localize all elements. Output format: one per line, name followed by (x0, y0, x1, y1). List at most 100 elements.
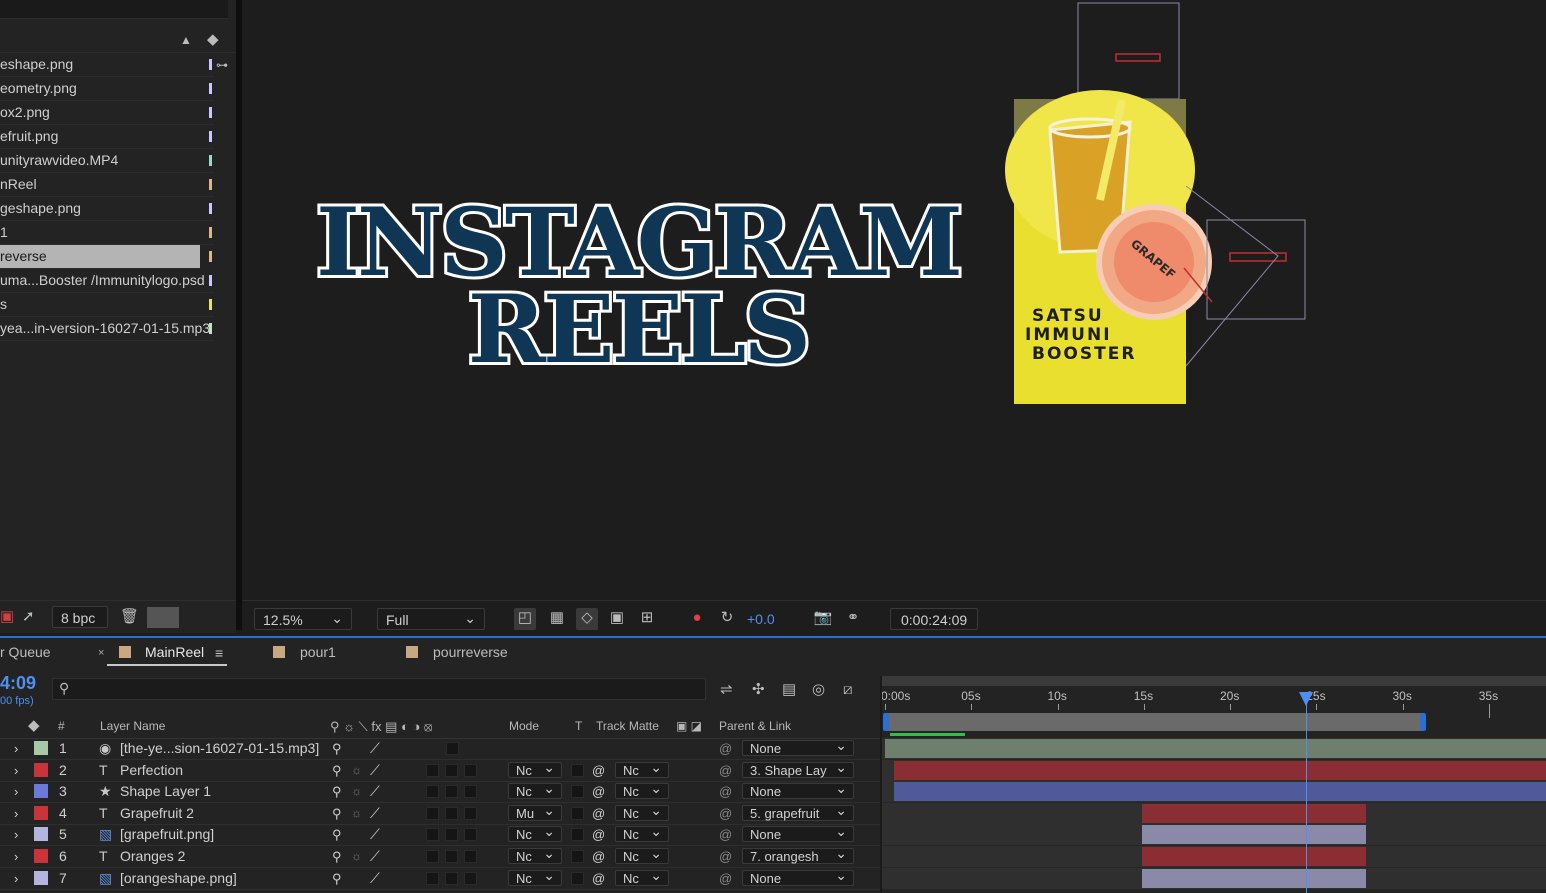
shy-switch-icon[interactable]: ⚲ (332, 868, 342, 889)
layer-duration-bar[interactable] (893, 760, 1546, 780)
tab-render-queue[interactable]: r Queue (0, 644, 51, 660)
layer-label-color[interactable] (34, 762, 48, 777)
parent-pickwhip-icon[interactable]: @ (719, 760, 732, 781)
track-matte-dropdown[interactable]: Nc (615, 845, 669, 864)
layer-search-input[interactable]: ⚲ (52, 678, 706, 700)
project-item[interactable]: eometry.png (0, 77, 214, 101)
project-item[interactable]: yea...in-version-16027-01-15.mp3 (0, 317, 214, 341)
exposure-value[interactable]: +0.0 (747, 611, 775, 627)
layer-track[interactable] (882, 759, 1546, 782)
matte-pickwhip-icon[interactable]: @ (592, 760, 605, 781)
parent-dropdown[interactable]: 3. Shape Lay (742, 759, 854, 778)
quality-switch-icon[interactable]: ⟋ (370, 760, 380, 781)
text-bounding-box[interactable] (1115, 53, 1161, 62)
switch-box[interactable] (426, 806, 439, 820)
collapse-switch-icon[interactable]: ☼ (351, 803, 362, 824)
switch-box[interactable] (464, 763, 477, 777)
preserve-transparency-box[interactable] (571, 806, 584, 820)
parent-pickwhip-icon[interactable]: @ (719, 738, 732, 759)
graph-editor-icon[interactable]: ⧄ (843, 680, 853, 700)
mode-dropdown[interactable]: Nc (508, 845, 562, 864)
grid-guides-icon[interactable]: ⊞ (636, 608, 658, 628)
layer-duration-bar[interactable] (1142, 803, 1367, 823)
project-item[interactable]: reverse (0, 245, 200, 269)
current-time[interactable]: 4:09 (0, 673, 36, 694)
switch-box[interactable] (445, 763, 458, 777)
collapse-switch-icon[interactable]: ☼ (351, 781, 362, 802)
mode-dropdown[interactable]: Nc (508, 867, 562, 886)
parent-pickwhip-icon[interactable]: @ (719, 824, 732, 845)
layer-name[interactable]: Grapefruit 2 (120, 803, 194, 824)
close-tab-icon[interactable]: × (98, 647, 104, 659)
comp-mini-flowchart-icon[interactable]: ⇌ (720, 680, 733, 700)
layer-label-color[interactable] (34, 827, 48, 842)
matte-pickwhip-icon[interactable]: @ (592, 803, 605, 824)
layer-track[interactable] (882, 781, 1546, 804)
switch-box[interactable] (445, 785, 458, 799)
work-area-end-handle[interactable] (1420, 713, 1426, 731)
show-snapshot-icon[interactable]: ⚭ (842, 608, 864, 628)
switch-box[interactable] (445, 806, 458, 820)
layer-row[interactable]: › 1 ◉ [the-ye...sion-16027-01-15.mp3] ⚲ ⟋ @ Non… (0, 737, 880, 760)
snapshot-camera-icon[interactable]: 📷 (812, 608, 834, 628)
mode-dropdown[interactable]: Mu (508, 802, 562, 821)
layer-name[interactable]: [orangeshape.png] (120, 868, 237, 889)
switch-box[interactable] (464, 785, 477, 799)
trash-icon[interactable]: 🗑 (120, 607, 139, 627)
expand-chevron-icon[interactable]: › (14, 868, 18, 889)
layer-row[interactable]: › 6 T Oranges 2 ⚲ ☼ ⟋ Nc @ Nc @7. orangesh (0, 845, 880, 868)
reset-exposure-icon[interactable]: ↻ (716, 608, 738, 628)
expand-chevron-icon[interactable]: › (14, 824, 18, 845)
draft-3d-icon[interactable]: ✣ (752, 680, 765, 700)
preserve-transparency-box[interactable] (571, 785, 584, 799)
layer-bounding-box[interactable] (1077, 2, 1180, 100)
quality-switch-icon[interactable]: ⟋ (370, 868, 380, 889)
tab-mainreel[interactable]: MainReel (145, 644, 204, 660)
layer-name[interactable]: Oranges 2 (120, 846, 185, 867)
quality-switch-icon[interactable]: ⟋ (370, 738, 380, 759)
preserve-transparency-box[interactable] (571, 763, 584, 777)
bit-depth-button[interactable]: 8 bpc (52, 606, 108, 628)
layer-name[interactable]: Shape Layer 1 (120, 781, 211, 802)
parent-dropdown[interactable]: None (742, 823, 854, 843)
layer-label-color[interactable] (34, 849, 48, 863)
switch-box[interactable] (426, 763, 439, 777)
layer-row[interactable]: › 4 T Grapefruit 2 ⚲ ☼ ⟋ Mu @ Nc @5. grapefruit (0, 802, 880, 825)
quality-switch-icon[interactable]: ⟋ (370, 781, 380, 802)
parent-dropdown[interactable]: 5. grapefruit (742, 802, 854, 821)
quality-switch-icon[interactable]: ⟋ (370, 824, 380, 845)
track-matte-dropdown[interactable]: Nc (615, 823, 669, 843)
time-ruler[interactable] (882, 686, 1546, 714)
layer-name[interactable]: [grapefruit.png] (120, 824, 214, 845)
matte-pickwhip-icon[interactable]: @ (592, 868, 605, 889)
channels-icon[interactable]: ● (686, 608, 708, 628)
switch-box[interactable] (426, 850, 439, 863)
layer-duration-bar[interactable] (1142, 847, 1367, 866)
project-item[interactable]: nReel (0, 173, 214, 197)
track-matte-dropdown[interactable]: Nc (615, 759, 669, 778)
layer-label-color[interactable] (34, 805, 48, 820)
layer-label-color[interactable] (34, 870, 48, 885)
switch-box[interactable] (464, 828, 477, 842)
project-item[interactable]: efruit.png (0, 125, 214, 149)
work-area-start-handle[interactable] (883, 713, 889, 731)
layer-name[interactable]: Perfection (120, 760, 183, 781)
switch-box[interactable] (464, 871, 477, 885)
parent-dropdown[interactable]: 7. orangesh (742, 845, 854, 864)
quality-switch-icon[interactable]: ⟋ (370, 803, 380, 824)
panel-menu-icon[interactable]: ≡ (215, 645, 223, 661)
layer-duration-bar[interactable] (1142, 825, 1367, 845)
shy-switch-icon[interactable]: ⚲ (332, 803, 342, 824)
collapse-switch-icon[interactable]: ☼ (351, 846, 362, 867)
parent-pickwhip-icon[interactable]: @ (719, 803, 732, 824)
expand-chevron-icon[interactable]: › (14, 738, 18, 759)
shy-switch-icon[interactable]: ⚲ (332, 781, 342, 802)
layer-track[interactable] (882, 846, 1546, 868)
layer-track[interactable] (882, 824, 1546, 847)
matte-pickwhip-icon[interactable]: @ (592, 824, 605, 845)
project-item[interactable]: uma...Booster /Immunitylogo.psd (0, 269, 214, 293)
parent-dropdown[interactable]: None (742, 867, 854, 886)
work-area-bar[interactable] (882, 676, 1546, 686)
preserve-transparency-box[interactable] (571, 828, 584, 842)
label-tag-icon[interactable]: ◆ (28, 716, 40, 736)
